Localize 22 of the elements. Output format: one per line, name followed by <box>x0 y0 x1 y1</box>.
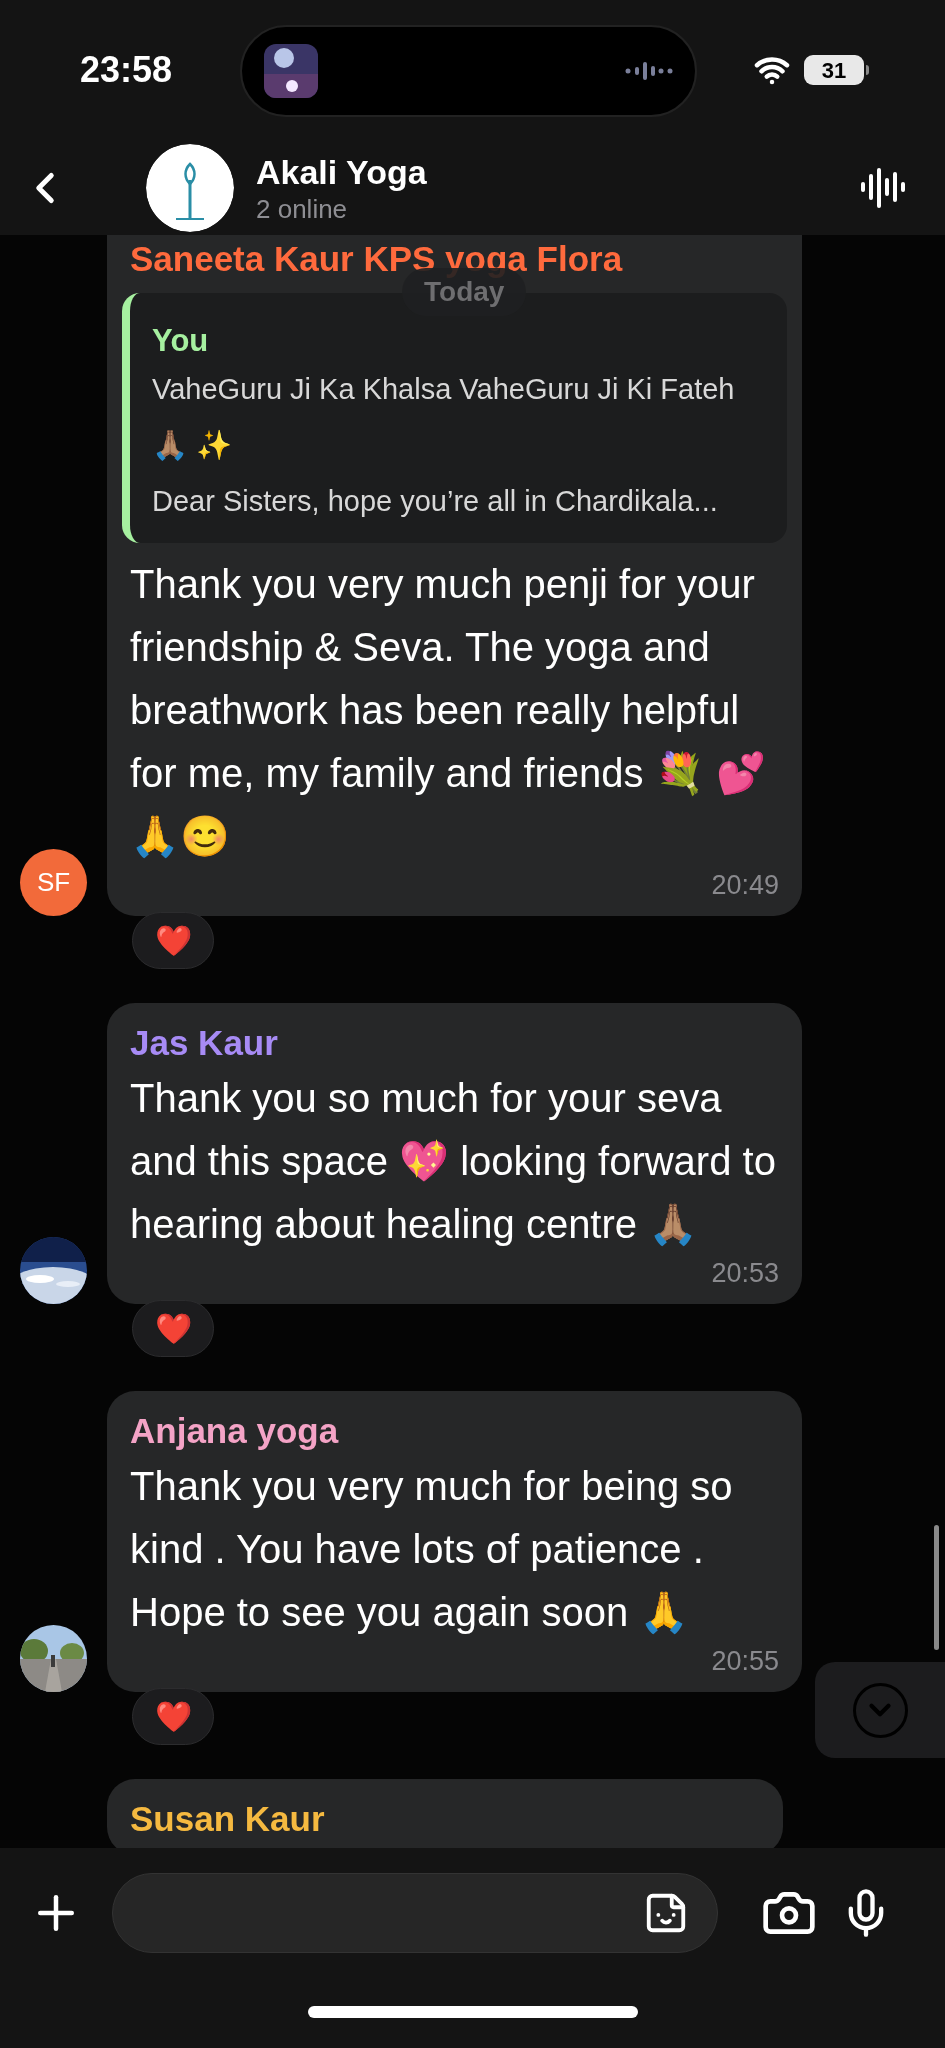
online-status: 2 online <box>256 192 349 225</box>
sender-name: Anjana yoga <box>130 1410 340 1452</box>
reaction[interactable]: ❤ <box>132 1300 214 1357</box>
waveform-icon <box>625 61 673 81</box>
message-time: 20:55 <box>711 1645 779 1678</box>
message-text: Thank you very much penji for your friendship & Seva. The yoga and breathwork has been really helpful for me, my family and friends 💐 💕🙏😊 <box>130 561 767 860</box>
reaction[interactable]: ❤ <box>132 912 214 969</box>
quoted-text: Dear Sisters, hope you’re all in Chardikala... <box>152 484 719 519</box>
message-time: 20:49 <box>711 869 779 902</box>
group-logo[interactable] <box>146 143 234 232</box>
quoted-sender: You <box>152 322 210 360</box>
sender-name: Susan Kaur <box>130 1798 326 1840</box>
status-time: 23:58 <box>80 48 174 92</box>
chat-title: Akali Yoga <box>256 151 427 193</box>
message-time: 20:53 <box>711 1257 779 1290</box>
message-text: Thank you so much for your seva and this space 💖 looking forward to hearing about healing centre 🙏🏽 <box>130 1075 777 1248</box>
quoted-text: VaheGuru Ji Ka Khalsa VaheGuru Ji Ki Fateh 🙏🏽 ✨ <box>152 372 736 463</box>
sender-name: Jas Kaur <box>130 1022 279 1064</box>
avatar[interactable]: SF <box>20 849 87 916</box>
battery-indicator: 31 <box>804 55 864 85</box>
message-text: Thank you very much for being so kind . You have lots of patience . Hope to see you again soon 🙏 <box>130 1463 734 1636</box>
reaction[interactable]: ❤ <box>132 1688 214 1745</box>
